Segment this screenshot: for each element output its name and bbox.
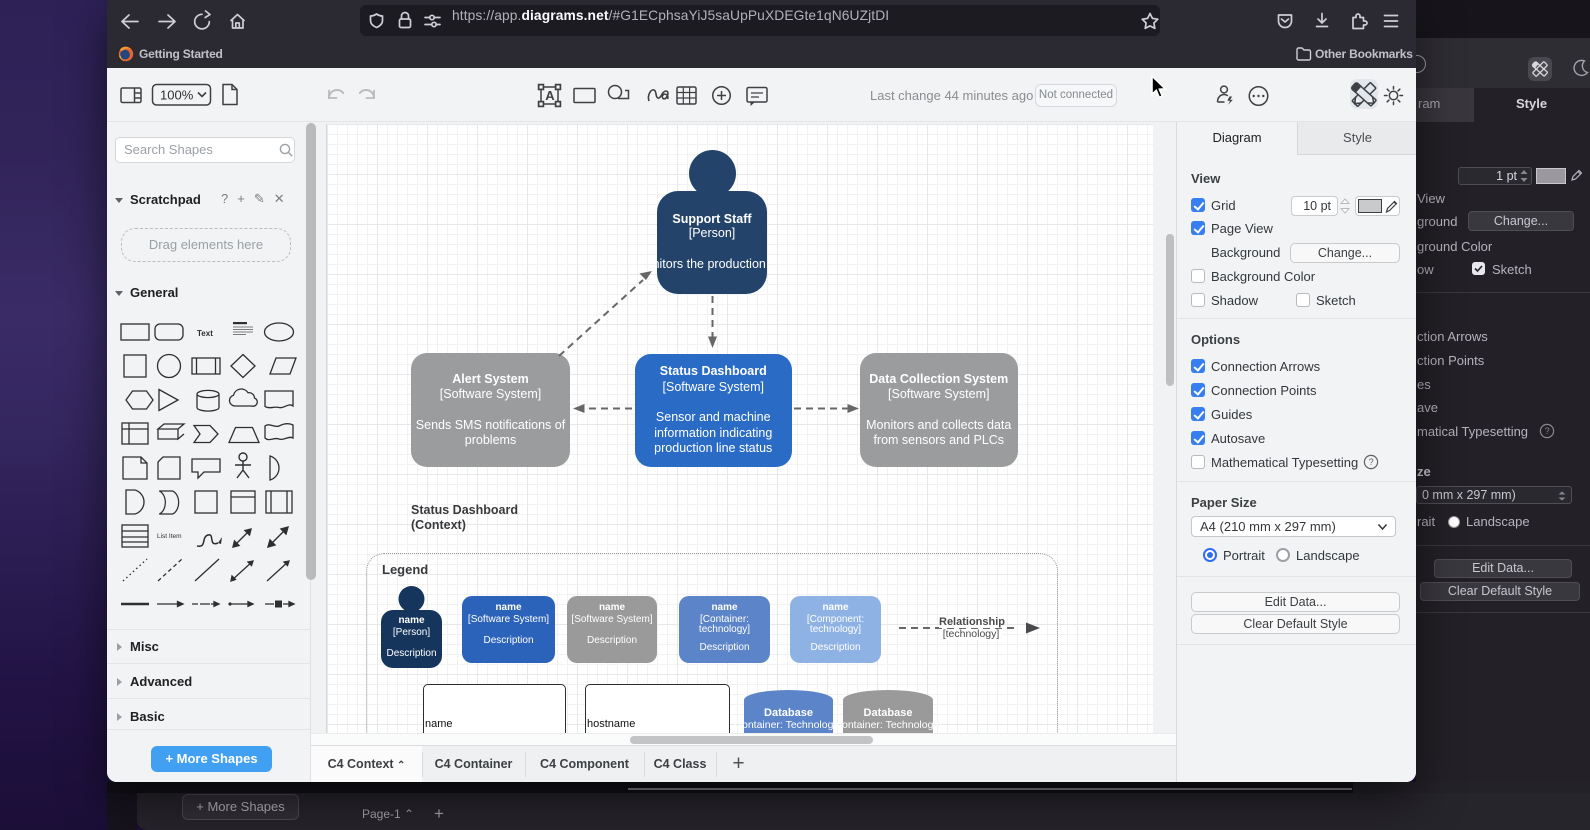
svg-text:?: ? xyxy=(1369,457,1374,467)
svg-text:A: A xyxy=(545,88,555,103)
svg-text:100%: 100% xyxy=(160,88,194,103)
svg-text:List Item: List Item xyxy=(157,533,182,540)
svg-text:Text: Text xyxy=(197,329,213,338)
svg-text:?: ? xyxy=(1545,426,1550,436)
